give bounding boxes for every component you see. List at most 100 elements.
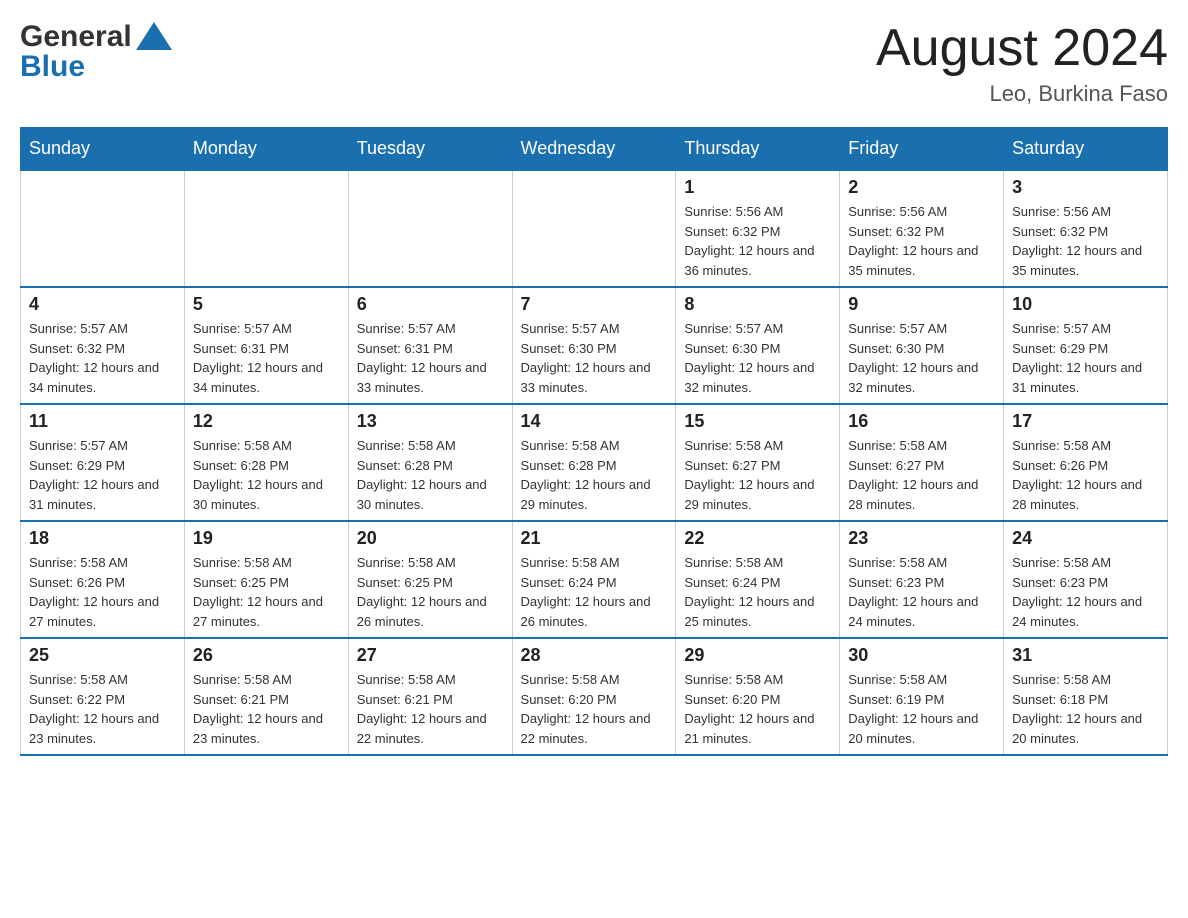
day-cell: 23 Sunrise: 5:58 AMSunset: 6:23 PMDayligh… [840, 521, 1004, 638]
day-number: 13 [357, 411, 504, 432]
day-cell: 7Sunrise: 5:57 AMSunset: 6:30 PMDaylight… [512, 287, 676, 404]
week-row-4: 18Sunrise: 5:58 AMSunset: 6:26 PMDayligh… [21, 521, 1168, 638]
day-info: Sunrise: 5:58 AMSunset: 6:23 PMDaylight:… [848, 553, 995, 631]
day-info: Sunrise: 5:58 AMSunset: 6:24 PMDaylight:… [521, 553, 668, 631]
day-number: 29 [684, 645, 831, 666]
day-cell: 27Sunrise: 5:58 AMSunset: 6:21 PMDayligh… [348, 638, 512, 755]
day-number: 15 [684, 411, 831, 432]
day-cell: 25Sunrise: 5:58 AMSunset: 6:22 PMDayligh… [21, 638, 185, 755]
logo-general-text: General [20, 20, 132, 54]
day-info: Sunrise: 5:57 AMSunset: 6:29 PMDaylight:… [29, 436, 176, 514]
day-info: Sunrise: 5:56 AMSunset: 6:32 PMDaylight:… [684, 202, 831, 280]
day-number: 17 [1012, 411, 1159, 432]
day-cell: 6 Sunrise: 5:57 AMSunset: 6:31 PMDaylight… [348, 287, 512, 404]
day-info: Sunrise: 5:58 AMSunset: 6:23 PMDaylight:… [1012, 553, 1159, 631]
day-number: 10 [1012, 294, 1159, 315]
week-row-1: 1 Sunrise: 5:56 AMSunset: 6:32 PMDaylight… [21, 170, 1168, 287]
day-number: 12 [193, 411, 340, 432]
day-info: Sunrise: 5:57 AMSunset: 6:31 PMDaylight:… [193, 319, 340, 397]
day-info: Sunrise: 5:58 AMSunset: 6:26 PMDaylight:… [1012, 436, 1159, 514]
day-number: 1 [684, 177, 831, 198]
day-cell: 1 Sunrise: 5:56 AMSunset: 6:32 PMDaylight… [676, 170, 840, 287]
day-cell: 13Sunrise: 5:58 AMSunset: 6:28 PMDayligh… [348, 404, 512, 521]
day-cell: 19 Sunrise: 5:58 AMSunset: 6:25 PMDayligh… [184, 521, 348, 638]
day-info: Sunrise: 5:58 AMSunset: 6:24 PMDaylight:… [684, 553, 831, 631]
day-number: 23 [848, 528, 995, 549]
day-cell: 30Sunrise: 5:58 AMSunset: 6:19 PMDayligh… [840, 638, 1004, 755]
weekday-header-saturday: Saturday [1004, 128, 1168, 171]
day-number: 9 [848, 294, 995, 315]
day-info: Sunrise: 5:58 AMSunset: 6:28 PMDaylight:… [193, 436, 340, 514]
day-info: Sunrise: 5:58 AMSunset: 6:26 PMDaylight:… [29, 553, 176, 631]
logo-blue-text: Blue [20, 50, 85, 84]
day-info: Sunrise: 5:58 AMSunset: 6:20 PMDaylight:… [684, 670, 831, 748]
day-cell: 3Sunrise: 5:56 AMSunset: 6:32 PMDaylight… [1004, 170, 1168, 287]
day-number: 28 [521, 645, 668, 666]
day-cell: 22 Sunrise: 5:58 AMSunset: 6:24 PMDayligh… [676, 521, 840, 638]
logo: General Blue [20, 20, 172, 84]
week-row-3: 11 Sunrise: 5:57 AMSunset: 6:29 PMDayligh… [21, 404, 1168, 521]
day-number: 8 [684, 294, 831, 315]
day-cell: 17 Sunrise: 5:58 AMSunset: 6:26 PMDayligh… [1004, 404, 1168, 521]
day-info: Sunrise: 5:58 AMSunset: 6:21 PMDaylight:… [193, 670, 340, 748]
day-cell: 5Sunrise: 5:57 AMSunset: 6:31 PMDaylight… [184, 287, 348, 404]
day-cell: 15 Sunrise: 5:58 AMSunset: 6:27 PMDayligh… [676, 404, 840, 521]
day-info: Sunrise: 5:58 AMSunset: 6:27 PMDaylight:… [684, 436, 831, 514]
day-info: Sunrise: 5:58 AMSunset: 6:28 PMDaylight:… [521, 436, 668, 514]
day-number: 4 [29, 294, 176, 315]
day-info: Sunrise: 5:57 AMSunset: 6:30 PMDaylight:… [521, 319, 668, 397]
day-cell: 4 Sunrise: 5:57 AMSunset: 6:32 PMDaylight… [21, 287, 185, 404]
location: Leo, Burkina Faso [876, 81, 1168, 107]
day-cell [184, 170, 348, 287]
day-number: 3 [1012, 177, 1159, 198]
day-number: 25 [29, 645, 176, 666]
day-cell: 26Sunrise: 5:58 AMSunset: 6:21 PMDayligh… [184, 638, 348, 755]
day-info: Sunrise: 5:57 AMSunset: 6:29 PMDaylight:… [1012, 319, 1159, 397]
day-number: 31 [1012, 645, 1159, 666]
weekday-header-sunday: Sunday [21, 128, 185, 171]
day-number: 11 [29, 411, 176, 432]
week-row-5: 25Sunrise: 5:58 AMSunset: 6:22 PMDayligh… [21, 638, 1168, 755]
day-info: Sunrise: 5:58 AMSunset: 6:18 PMDaylight:… [1012, 670, 1159, 748]
day-info: Sunrise: 5:57 AMSunset: 6:31 PMDaylight:… [357, 319, 504, 397]
day-info: Sunrise: 5:58 AMSunset: 6:25 PMDaylight:… [357, 553, 504, 631]
day-cell: 21Sunrise: 5:58 AMSunset: 6:24 PMDayligh… [512, 521, 676, 638]
day-cell: 10 Sunrise: 5:57 AMSunset: 6:29 PMDayligh… [1004, 287, 1168, 404]
header: General Blue August 2024 Leo, Burkina Fa… [20, 20, 1168, 107]
day-info: Sunrise: 5:58 AMSunset: 6:25 PMDaylight:… [193, 553, 340, 631]
day-info: Sunrise: 5:58 AMSunset: 6:27 PMDaylight:… [848, 436, 995, 514]
weekday-header-row: SundayMondayTuesdayWednesdayThursdayFrid… [21, 128, 1168, 171]
day-cell: 18Sunrise: 5:58 AMSunset: 6:26 PMDayligh… [21, 521, 185, 638]
day-cell: 31 Sunrise: 5:58 AMSunset: 6:18 PMDayligh… [1004, 638, 1168, 755]
day-cell [21, 170, 185, 287]
day-number: 14 [521, 411, 668, 432]
day-number: 24 [1012, 528, 1159, 549]
day-cell: 11 Sunrise: 5:57 AMSunset: 6:29 PMDayligh… [21, 404, 185, 521]
weekday-header-thursday: Thursday [676, 128, 840, 171]
calendar: SundayMondayTuesdayWednesdayThursdayFrid… [20, 127, 1168, 756]
title-area: August 2024 Leo, Burkina Faso [876, 20, 1168, 107]
day-number: 30 [848, 645, 995, 666]
day-cell: 12 Sunrise: 5:58 AMSunset: 6:28 PMDayligh… [184, 404, 348, 521]
day-number: 2 [848, 177, 995, 198]
day-cell: 16Sunrise: 5:58 AMSunset: 6:27 PMDayligh… [840, 404, 1004, 521]
day-cell: 29 Sunrise: 5:58 AMSunset: 6:20 PMDayligh… [676, 638, 840, 755]
day-cell: 20Sunrise: 5:58 AMSunset: 6:25 PMDayligh… [348, 521, 512, 638]
day-info: Sunrise: 5:58 AMSunset: 6:20 PMDaylight:… [521, 670, 668, 748]
day-cell [348, 170, 512, 287]
day-cell: 8 Sunrise: 5:57 AMSunset: 6:30 PMDaylight… [676, 287, 840, 404]
day-info: Sunrise: 5:57 AMSunset: 6:30 PMDaylight:… [848, 319, 995, 397]
day-info: Sunrise: 5:57 AMSunset: 6:30 PMDaylight:… [684, 319, 831, 397]
logo-flag-icon [136, 22, 172, 52]
day-cell: 2Sunrise: 5:56 AMSunset: 6:32 PMDaylight… [840, 170, 1004, 287]
day-info: Sunrise: 5:58 AMSunset: 6:21 PMDaylight:… [357, 670, 504, 748]
month-title: August 2024 [876, 20, 1168, 77]
day-number: 19 [193, 528, 340, 549]
day-cell [512, 170, 676, 287]
day-cell: 9 Sunrise: 5:57 AMSunset: 6:30 PMDaylight… [840, 287, 1004, 404]
day-info: Sunrise: 5:57 AMSunset: 6:32 PMDaylight:… [29, 319, 176, 397]
day-number: 22 [684, 528, 831, 549]
day-cell: 28 Sunrise: 5:58 AMSunset: 6:20 PMDayligh… [512, 638, 676, 755]
weekday-header-wednesday: Wednesday [512, 128, 676, 171]
day-number: 6 [357, 294, 504, 315]
